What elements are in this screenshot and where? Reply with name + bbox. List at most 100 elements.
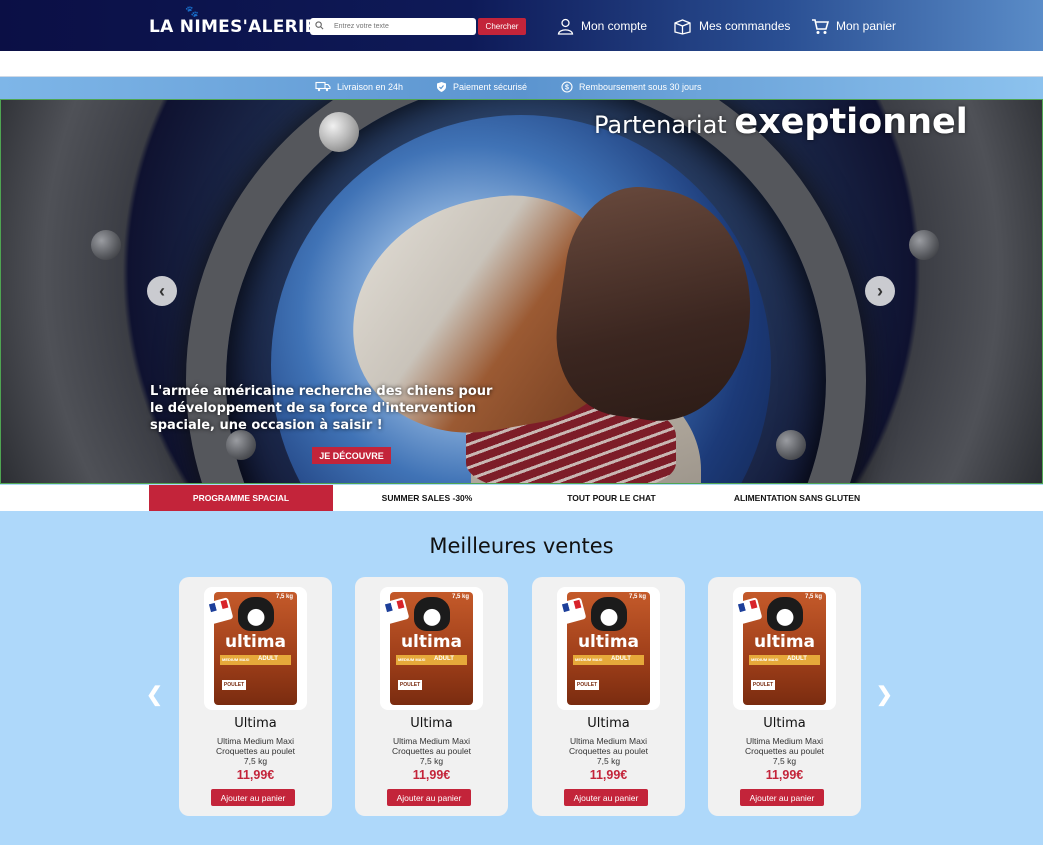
hero-title-part2: exeptionnel <box>734 102 968 142</box>
package-age: ADULT <box>258 656 278 662</box>
logo-text: LA NIMES'ALERIE <box>149 17 317 37</box>
package-age: ADULT <box>611 656 631 662</box>
package-flavor: POULET <box>222 680 246 690</box>
product-card[interactable]: 7,5 kg ultima MEDIUM MAXI ADULT POULET U… <box>355 577 508 816</box>
package-age: ADULT <box>787 656 807 662</box>
tab-summer-sales[interactable]: SUMMER SALES -30% <box>333 485 521 511</box>
package-size: MEDIUM MAXI <box>575 657 603 662</box>
site-logo[interactable]: 🐾 LA NIMES'ALERIE <box>149 5 317 37</box>
site-header: 🐾 LA NIMES'ALERIE Chercher Mon compte Me… <box>0 0 1043 51</box>
product-desc-line: 7,5 kg <box>596 756 621 766</box>
product-desc-line: Ultima Medium Maxi <box>746 736 823 746</box>
product-name[interactable]: Ultima <box>179 716 332 731</box>
search-input[interactable] <box>334 18 472 35</box>
benefit-refund: $ Remboursement sous 30 jours <box>561 81 702 93</box>
account-label: Mon compte <box>581 19 648 33</box>
benefit-label: Livraison en 24h <box>337 81 404 92</box>
package-flavor: POULET <box>398 680 422 690</box>
dog-picture <box>414 597 450 631</box>
chevron-left-icon: ‹ <box>159 280 165 301</box>
discover-button[interactable]: JE DÉCOUVRE <box>312 447 391 464</box>
hero-title: Partenariat exeptionnel <box>594 102 968 142</box>
add-to-cart-button[interactable]: Ajouter au panier <box>564 789 648 806</box>
chevron-right-icon: › <box>877 280 883 301</box>
package-age: ADULT <box>434 656 454 662</box>
tab-alimentation-sans-gluten[interactable]: ALIMENTATION SANS GLUTEN <box>702 485 892 511</box>
package-brand: ultima <box>753 632 816 652</box>
carousel-prev-button[interactable]: ❮ <box>146 682 163 707</box>
benefit-payment: Paiement sécurisé <box>436 81 527 93</box>
benefit-delivery: Livraison en 24h <box>315 81 403 92</box>
product-card[interactable]: 7,5 kg ultima MEDIUM MAXI ADULT POULET U… <box>532 577 685 816</box>
package-brand: ultima <box>224 632 287 652</box>
product-desc-line: Ultima Medium Maxi <box>570 736 647 746</box>
search-icon <box>315 21 324 30</box>
package-band: MEDIUM MAXI ADULT <box>573 655 644 665</box>
best-sellers-title: Meilleures ventes <box>429 534 614 558</box>
package-flavor: POULET <box>575 680 599 690</box>
tab-tout-pour-le-chat[interactable]: TOUT POUR LE CHAT <box>521 485 702 511</box>
package-weight: 7,5 kg <box>275 594 293 600</box>
search-button[interactable]: Chercher <box>478 18 526 35</box>
product-desc-line: Croquettes au poulet <box>745 746 824 756</box>
product-card[interactable]: 7,5 kg ultima MEDIUM MAXI ADULT POULET U… <box>708 577 861 816</box>
product-image[interactable]: 7,5 kg ultima MEDIUM MAXI ADULT POULET <box>204 587 307 710</box>
product-image[interactable]: 7,5 kg ultima MEDIUM MAXI ADULT POULET <box>733 587 836 710</box>
package-brand: ultima <box>577 632 640 652</box>
dog-picture <box>238 597 274 631</box>
dog-picture <box>591 597 627 631</box>
product-price: 11,99€ <box>412 768 451 782</box>
product-name[interactable]: Ultima <box>708 716 861 731</box>
product-image[interactable]: 7,5 kg ultima MEDIUM MAXI ADULT POULET <box>557 587 660 710</box>
package-flavor: POULET <box>751 680 775 690</box>
product-price: 11,99€ <box>589 768 628 782</box>
add-to-cart-button[interactable]: Ajouter au panier <box>211 789 295 806</box>
paw-icon: 🐾 <box>185 5 199 18</box>
cart-label: Mon panier <box>836 19 897 33</box>
product-desc-line: Croquettes au poulet <box>216 746 295 756</box>
package-band: MEDIUM MAXI ADULT <box>396 655 467 665</box>
product-price: 11,99€ <box>765 768 804 782</box>
product-name[interactable]: Ultima <box>532 716 685 731</box>
orders-label: Mes commandes <box>699 19 791 33</box>
benefit-label: Remboursement sous 30 jours <box>579 82 702 92</box>
product-image[interactable]: 7,5 kg ultima MEDIUM MAXI ADULT POULET <box>380 587 483 710</box>
add-to-cart-button[interactable]: Ajouter au panier <box>740 789 824 806</box>
package-brand: ultima <box>400 632 463 652</box>
product-description: Ultima Medium Maxi Croquettes au poulet … <box>199 736 312 766</box>
package-weight: 7,5 kg <box>628 594 646 600</box>
product-description: Ultima Medium Maxi Croquettes au poulet … <box>728 736 841 766</box>
package-size: MEDIUM MAXI <box>222 657 250 662</box>
package-weight: 7,5 kg <box>804 594 822 600</box>
product-desc-line: Ultima Medium Maxi <box>217 736 294 746</box>
carousel-next-button[interactable]: ❯ <box>876 682 893 707</box>
moon-image <box>319 112 359 152</box>
search-box <box>310 18 476 35</box>
cart-link[interactable]: Mon panier <box>811 15 896 37</box>
hero-title-part1: Partenariat <box>594 111 735 139</box>
hero-prev-button[interactable]: ‹ <box>147 276 177 306</box>
category-tabs: PROGRAMME SPACIAL SUMMER SALES -30% TOUT… <box>0 485 1043 511</box>
benefits-bar: Livraison en 24h Paiement sécurisé $ Rem… <box>0 77 1043 99</box>
product-desc-line: Croquettes au poulet <box>569 746 648 756</box>
chevron-left-icon: ❮ <box>146 684 163 706</box>
package-size: MEDIUM MAXI <box>751 657 779 662</box>
product-desc-line: 7,5 kg <box>772 756 797 766</box>
rivet <box>909 230 939 260</box>
tab-programme-spacial[interactable]: PROGRAMME SPACIAL <box>149 485 333 511</box>
product-card[interactable]: 7,5 kg ultima MEDIUM MAXI ADULT POULET U… <box>179 577 332 816</box>
product-description: Ultima Medium Maxi Croquettes au poulet … <box>552 736 665 766</box>
hero-next-button[interactable]: › <box>865 276 895 306</box>
money-back-icon: $ <box>561 81 573 93</box>
cart-icon <box>812 18 829 34</box>
orders-link[interactable]: Mes commandes <box>673 15 790 37</box>
product-desc-line: Croquettes au poulet <box>392 746 471 756</box>
product-name[interactable]: Ultima <box>355 716 508 731</box>
user-icon <box>557 18 574 35</box>
account-link[interactable]: Mon compte <box>557 15 647 37</box>
chevron-right-icon: ❯ <box>876 684 893 706</box>
package-weight: 7,5 kg <box>451 594 469 600</box>
product-price: 11,99€ <box>236 768 275 782</box>
package-size: MEDIUM MAXI <box>398 657 426 662</box>
add-to-cart-button[interactable]: Ajouter au panier <box>387 789 471 806</box>
